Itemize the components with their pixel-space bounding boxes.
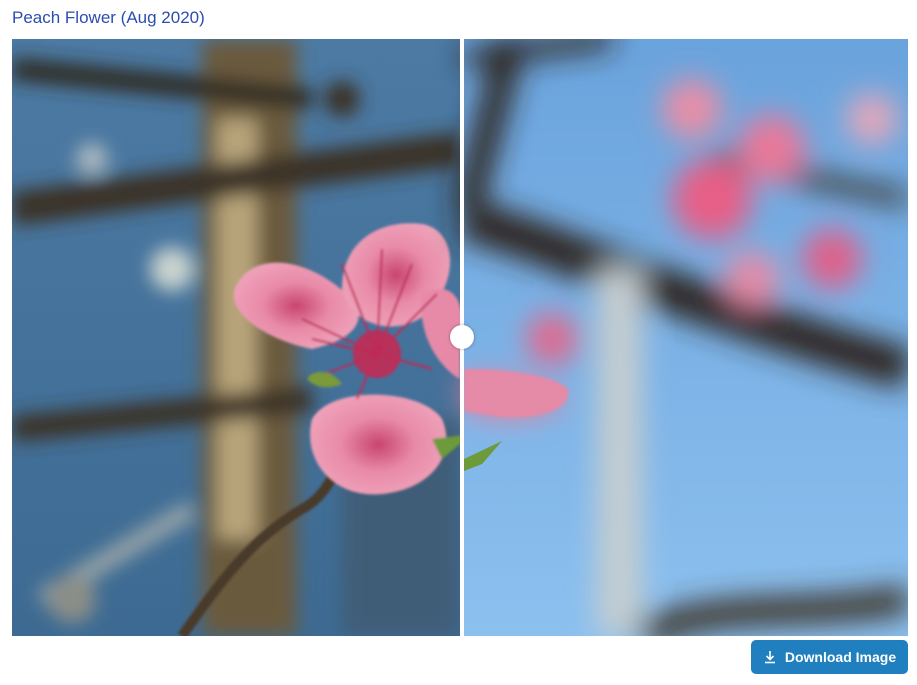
- image-comparison-viewer[interactable]: [12, 39, 908, 636]
- comparison-slider-handle[interactable]: [450, 325, 474, 349]
- download-icon: [764, 651, 775, 664]
- left-image-in-focus: [12, 39, 472, 636]
- right-image-blurred: [453, 39, 908, 636]
- download-button-label: Download Image: [784, 649, 897, 665]
- image-title: Peach Flower (Aug 2020): [12, 8, 205, 27]
- download-image-button[interactable]: Download Image: [751, 640, 908, 674]
